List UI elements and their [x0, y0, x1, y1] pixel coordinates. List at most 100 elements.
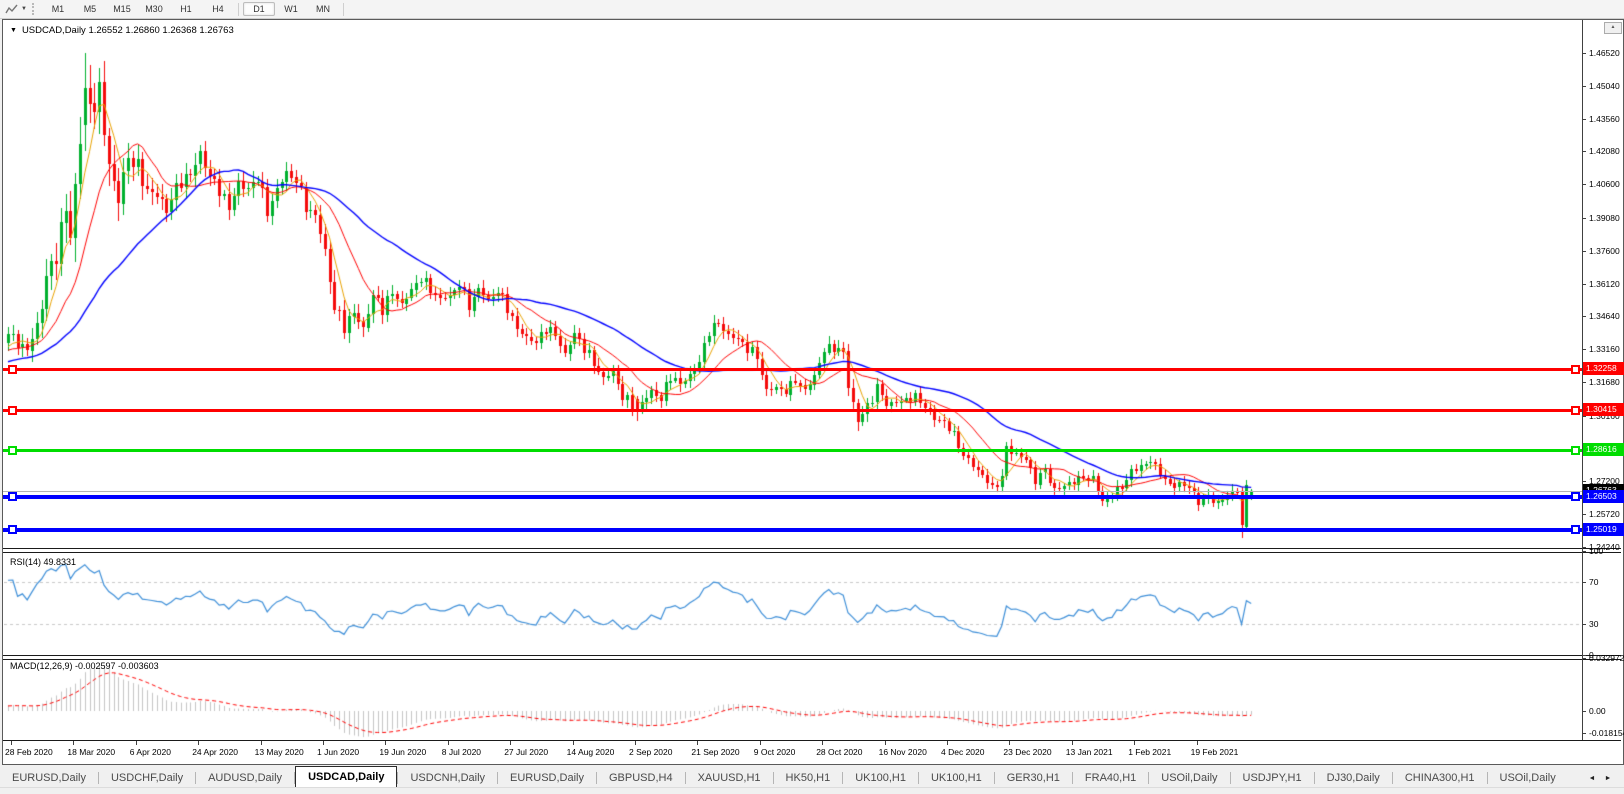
price-tick-label: 1.33160 [1589, 344, 1620, 354]
timeframe-toolbar: ▼ M1 M5 M15 M30 H1 H4 D1 W1 MN [0, 0, 1624, 19]
date-tick [572, 741, 574, 745]
axis-tick [1582, 151, 1586, 152]
chart-cursor-icon[interactable] [3, 2, 19, 16]
tab-hk50-h1[interactable]: HK50,H1 [774, 770, 843, 787]
price-tick-label: 1.37600 [1589, 246, 1620, 256]
line-handle[interactable] [8, 406, 17, 415]
line-handle[interactable] [8, 446, 17, 455]
toolbar-divider [237, 2, 239, 16]
tab-usdchf-daily[interactable]: USDCHF,Daily [99, 770, 195, 787]
date-tick [759, 741, 761, 745]
tab-uk100-h1[interactable]: UK100,H1 [843, 770, 918, 787]
timeframe-button-w1[interactable]: W1 [275, 2, 307, 16]
chart-window: 1.46520 1.45040 1.43560 1.42080 1.40600 1.390… [2, 19, 1624, 765]
timeframe-button-m30[interactable]: M30 [138, 2, 170, 16]
line-handle[interactable] [1571, 492, 1580, 501]
timeframe-button-h1[interactable]: H1 [170, 2, 202, 16]
tab-usoil-daily[interactable]: USOil,Daily [1149, 770, 1229, 787]
tab-gbpusd-h4[interactable]: GBPUSD,H4 [597, 770, 685, 787]
macd-panel[interactable] [4, 658, 1582, 740]
axis-tick [1582, 382, 1586, 383]
date-label: 18 Mar 2020 [67, 747, 116, 757]
timeframe-button-m15[interactable]: M15 [106, 2, 138, 16]
horizontal-line-1.32258[interactable] [3, 365, 1582, 374]
timeframe-button-mn[interactable]: MN [307, 2, 339, 16]
axis-tick [1582, 655, 1586, 656]
horizontal-line-1.30415[interactable] [3, 406, 1582, 415]
price-tag-1.26503: 1.26503 [1583, 490, 1624, 503]
axis-tick [1582, 316, 1586, 317]
date-tick [1071, 741, 1073, 745]
tabs-scroll-right-icon[interactable]: ► [1600, 771, 1616, 787]
tab-china300-h1[interactable]: CHINA300,H1 [1393, 770, 1487, 787]
rsi-tick-label: 100 [1589, 546, 1604, 556]
macd-tick-label: 0.032972 [1589, 653, 1624, 663]
price-axis-border [1582, 20, 1583, 740]
chart-menu-icon[interactable]: ▼ [10, 27, 17, 34]
tab-usdcnh-daily[interactable]: USDCNH,Daily [398, 770, 497, 787]
horizontal-line-1.25019[interactable] [3, 525, 1582, 534]
horizontal-line-1.28616[interactable] [3, 446, 1582, 455]
axis-tick [1582, 184, 1586, 185]
tab-uk100-h1[interactable]: UK100,H1 [919, 770, 994, 787]
mt4-window: ▼ M1 M5 M15 M30 H1 H4 D1 W1 MN 1.46520 1.45040 1.4… [0, 0, 1624, 794]
date-tick [260, 741, 262, 745]
tab-fra40-h1[interactable]: FRA40,H1 [1073, 770, 1148, 787]
price-tick-label: 1.40600 [1589, 179, 1620, 189]
horizontal-line-1.26503[interactable] [3, 492, 1582, 501]
tab-usoil-daily[interactable]: USOil,Daily [1488, 770, 1568, 787]
price-tick-label: 1.25720 [1589, 509, 1620, 519]
chart-ohlc-text: USDCAD,Daily 1.26552 1.26860 1.26368 1.2… [21, 25, 234, 36]
date-label: 14 Aug 2020 [566, 747, 615, 757]
tab-usdjpy-h1[interactable]: USDJPY,H1 [1231, 770, 1314, 787]
line-handle[interactable] [8, 492, 17, 501]
line-handle[interactable] [1571, 365, 1580, 374]
timeframe-button-m1[interactable]: M1 [42, 2, 74, 16]
axis-tick [1582, 582, 1586, 583]
line-handle[interactable] [8, 525, 17, 534]
rsi-panel[interactable] [4, 551, 1582, 655]
tab-ger30-h1[interactable]: GER30,H1 [995, 770, 1072, 787]
price-tick-label: 1.31680 [1589, 377, 1620, 387]
date-tick [822, 741, 824, 745]
line-handle[interactable] [8, 365, 17, 374]
tab-eurusd-daily[interactable]: EURUSD,Daily [0, 770, 98, 787]
tab-dj30-daily[interactable]: DJ30,Daily [1315, 770, 1392, 787]
time-axis[interactable]: 28 Feb 2020 18 Mar 2020 6 Apr 2020 24 Apr 2… [3, 740, 1621, 763]
rsi-tick-label: 70 [1589, 577, 1599, 587]
chart-scroll-up-button[interactable]: ▲ [1604, 22, 1622, 34]
price-tag-1.28616: 1.28616 [1583, 443, 1624, 456]
date-tick [73, 741, 75, 745]
date-tick [510, 741, 512, 745]
axis-tick [1582, 416, 1586, 417]
tab-eurusd-daily[interactable]: EURUSD,Daily [498, 770, 596, 787]
symbol-tab-bar: EURUSD,Daily USDCHF,Daily AUDUSD,Daily USDC… [0, 765, 1624, 787]
timeframe-button-d1[interactable]: D1 [242, 2, 275, 16]
date-tick [884, 741, 886, 745]
timeframe-button-m5[interactable]: M5 [74, 2, 106, 16]
rsi-tick-label: 30 [1589, 619, 1599, 629]
chevron-down-icon[interactable]: ▼ [21, 6, 27, 12]
axis-tick [1582, 624, 1586, 625]
line-handle[interactable] [1571, 446, 1580, 455]
toolbar-grip[interactable] [31, 3, 37, 15]
tab-xauusd-h1[interactable]: XAUUSD,H1 [686, 770, 773, 787]
line-handle[interactable] [1571, 406, 1580, 415]
date-tick [1009, 741, 1011, 745]
price-chart-panel[interactable] [4, 21, 1582, 548]
status-bar [0, 787, 1624, 794]
date-label: 16 Nov 2020 [878, 747, 927, 757]
tabs-scroll-left-icon[interactable]: ◄ [1584, 771, 1600, 787]
price-tick-label: 1.45040 [1589, 81, 1620, 91]
date-tick [198, 741, 200, 745]
price-tag-1.32258: 1.32258 [1583, 362, 1624, 375]
date-label: 6 Apr 2020 [129, 747, 171, 757]
price-tag-1.25019: 1.25019 [1583, 523, 1624, 536]
price-tick-label: 1.36120 [1589, 279, 1620, 289]
price-tick-label: 1.42080 [1589, 146, 1620, 156]
tab-audusd-daily[interactable]: AUDUSD,Daily [196, 770, 294, 787]
tab-usdcad-daily[interactable]: USDCAD,Daily [295, 766, 398, 787]
date-label: 19 Feb 2021 [1190, 747, 1239, 757]
line-handle[interactable] [1571, 525, 1580, 534]
timeframe-button-h4[interactable]: H4 [202, 2, 234, 16]
